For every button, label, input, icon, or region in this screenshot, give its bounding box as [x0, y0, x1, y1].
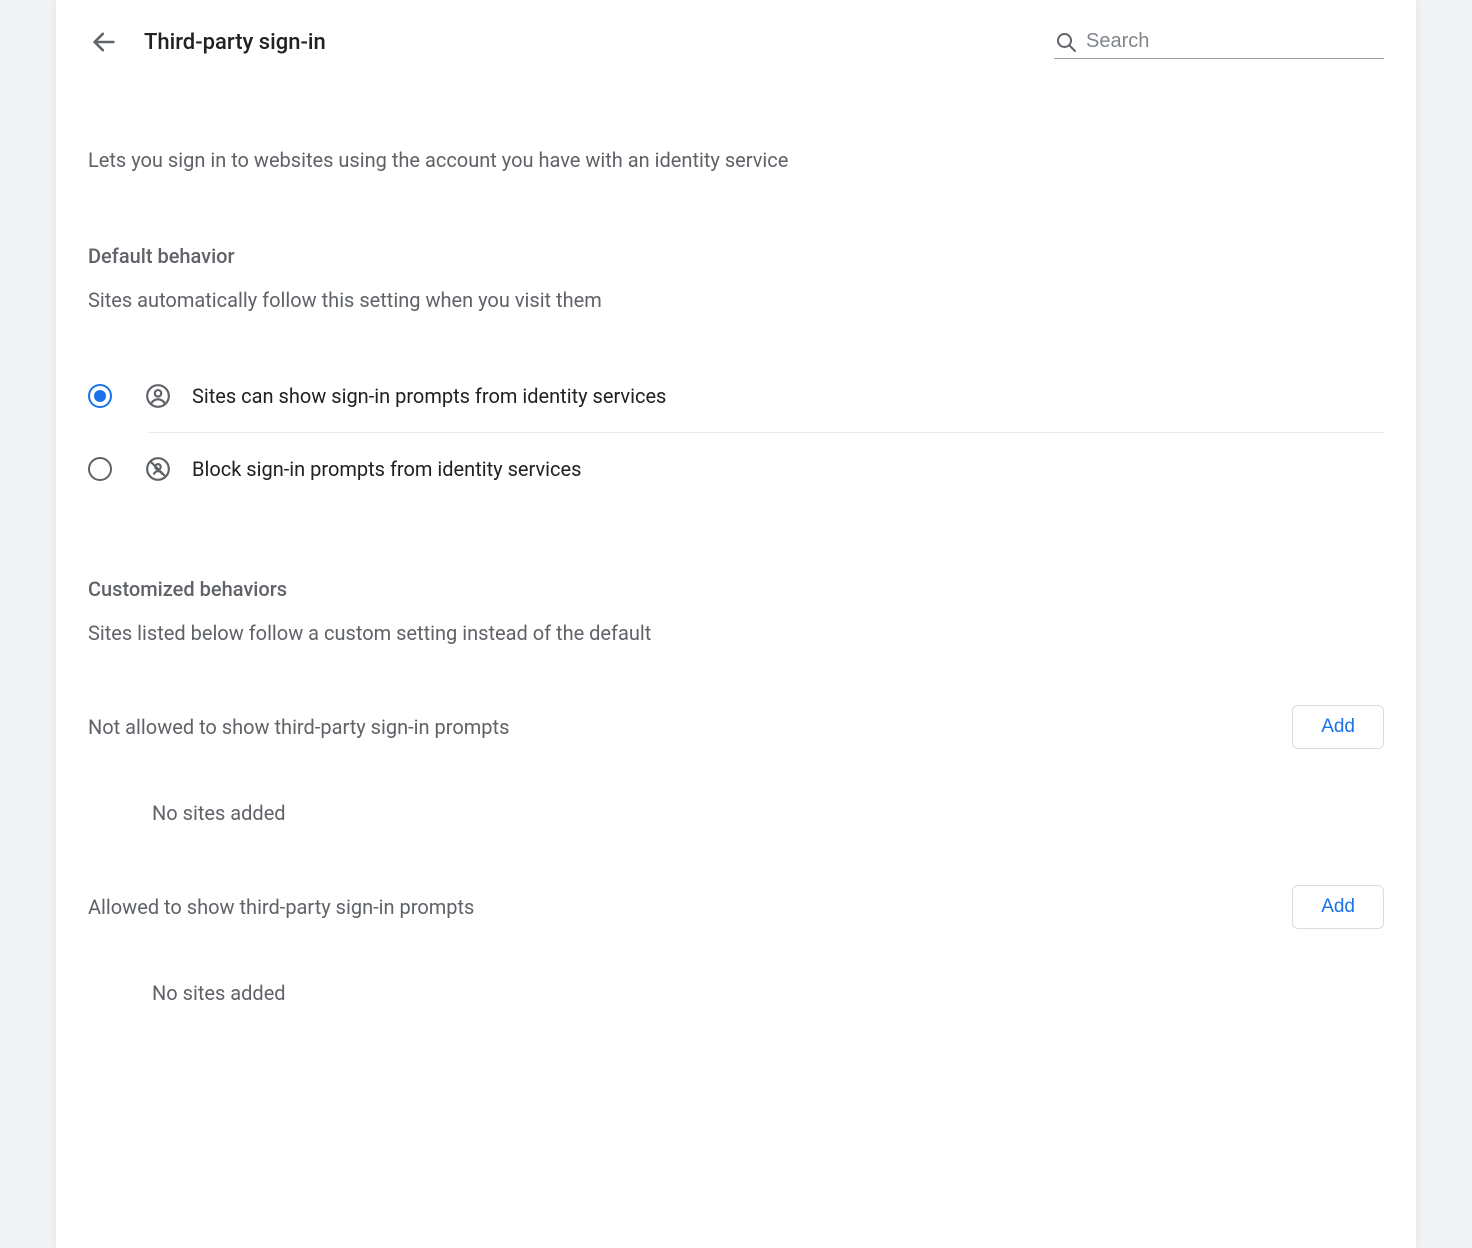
- radio-label: Block sign-in prompts from identity serv…: [192, 457, 581, 481]
- default-behavior-title: Default behavior: [88, 244, 1384, 268]
- back-button[interactable]: [80, 18, 128, 66]
- allowed-empty: No sites added: [152, 981, 1384, 1005]
- add-not-allowed-button[interactable]: Add: [1292, 705, 1384, 749]
- allowed-label: Allowed to show third-party sign-in prom…: [88, 895, 1292, 919]
- page-description: Lets you sign in to websites using the a…: [88, 148, 1384, 172]
- customized-behaviors-subtitle: Sites listed below follow a custom setti…: [88, 621, 1384, 645]
- radio-button[interactable]: [88, 457, 112, 481]
- header: Third-party sign-in: [56, 0, 1416, 84]
- search-input[interactable]: [1086, 30, 1384, 53]
- radio-label: Sites can show sign-in prompts from iden…: [192, 384, 666, 408]
- default-behavior-subtitle: Sites automatically follow this setting …: [88, 288, 1384, 312]
- settings-panel: Third-party sign-in Lets you sign in to …: [56, 0, 1416, 1248]
- content: Lets you sign in to websites using the a…: [56, 148, 1416, 1005]
- block-person-icon: [144, 455, 172, 483]
- not-allowed-empty: No sites added: [152, 801, 1384, 825]
- radio-button[interactable]: [88, 384, 112, 408]
- allowed-list-header: Allowed to show third-party sign-in prom…: [88, 885, 1384, 929]
- not-allowed-list-header: Not allowed to show third-party sign-in …: [88, 705, 1384, 749]
- radio-option-block[interactable]: Block sign-in prompts from identity serv…: [88, 433, 1384, 505]
- not-allowed-label: Not allowed to show third-party sign-in …: [88, 715, 1292, 739]
- person-circle-icon: [144, 382, 172, 410]
- default-behavior-radio-group: Sites can show sign-in prompts from iden…: [88, 360, 1384, 505]
- arrow-left-icon: [90, 28, 118, 56]
- page-title: Third-party sign-in: [144, 30, 326, 55]
- search-field[interactable]: [1054, 26, 1384, 59]
- customized-behaviors-title: Customized behaviors: [88, 577, 1384, 601]
- radio-option-allow[interactable]: Sites can show sign-in prompts from iden…: [88, 360, 1384, 432]
- search-icon: [1054, 30, 1078, 54]
- add-allowed-button[interactable]: Add: [1292, 885, 1384, 929]
